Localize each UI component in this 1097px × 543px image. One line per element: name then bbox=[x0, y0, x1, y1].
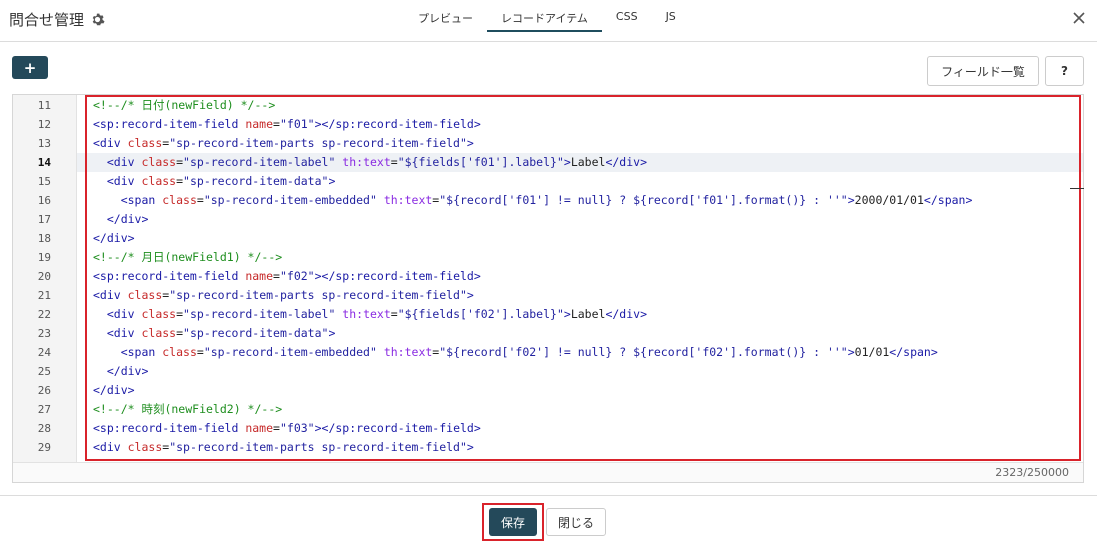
code-text: <span class="sp-record-item-embedded" th… bbox=[120, 193, 973, 207]
line-number: 11 bbox=[37, 99, 51, 112]
code-text: </div> bbox=[106, 364, 149, 378]
code-editor[interactable]: 11 <!--/* 日付(newField) */--> 12 <sp:record-… bbox=[12, 94, 1084, 483]
line-number: 22 bbox=[37, 308, 51, 321]
field-list-button[interactable]: フィールド一覧 bbox=[927, 56, 1039, 86]
code-line[interactable]: 15 <div class="sp-record-item-data"> bbox=[38, 172, 1083, 191]
code-line[interactable]: 16 <span class="sp-record-item-embedded"… bbox=[38, 191, 1083, 210]
code-line[interactable]: 28 <sp:record-item-field name="f03"></sp:… bbox=[38, 419, 1083, 438]
code-text: <div class="sp-record-item-data"> bbox=[106, 326, 336, 340]
line-number: 29 bbox=[37, 441, 51, 454]
line-number: 12 bbox=[37, 118, 51, 131]
line-number: 15 bbox=[37, 175, 51, 188]
line-number: 27 bbox=[37, 403, 51, 416]
line-number: 21 bbox=[37, 289, 51, 302]
code-text: <sp:record-item-field name="f03"></sp:re… bbox=[93, 421, 481, 435]
code-line[interactable]: 27 <!--/* 時刻(newField2) */--> bbox=[38, 400, 1083, 419]
code-line[interactable]: 17 </div> bbox=[38, 210, 1083, 229]
modal-header: 問合せ管理 プレビュー レコードアイテム CSS JS bbox=[0, 0, 1097, 42]
code-text: <sp:record-item-field name="f02"></sp:re… bbox=[93, 269, 481, 283]
code-text: <!--/* 時刻(newField2) */--> bbox=[93, 402, 283, 416]
modal-title: 問合せ管理 bbox=[9, 9, 105, 30]
tab-css[interactable]: CSS bbox=[602, 0, 652, 32]
code-line[interactable]: 26 </div> bbox=[38, 381, 1083, 400]
tab-record-item[interactable]: レコードアイテム bbox=[487, 0, 602, 32]
code-text: <div class="sp-record-item-parts sp-reco… bbox=[93, 440, 474, 454]
close-icon[interactable] bbox=[1071, 10, 1087, 26]
code-line[interactable]: 22 <div class="sp-record-item-label" th:… bbox=[38, 305, 1083, 324]
code-text: <!--/* 月日(newField1) */--> bbox=[93, 250, 283, 264]
code-line[interactable]: 25 </div> bbox=[38, 362, 1083, 381]
add-button[interactable]: + bbox=[12, 56, 48, 79]
line-number: 20 bbox=[37, 270, 51, 283]
line-number: 23 bbox=[37, 327, 51, 340]
line-number: 14 bbox=[37, 156, 51, 169]
code-line[interactable]: 29 <div class="sp-record-item-parts sp-re… bbox=[38, 438, 1083, 457]
code-text: </div> bbox=[93, 231, 135, 245]
gear-icon[interactable] bbox=[90, 12, 105, 27]
code-text: <sp:record-item-field name="f01"></sp:re… bbox=[93, 117, 481, 131]
code-text: <div class="sp-record-item-parts sp-reco… bbox=[93, 288, 474, 302]
code-text: <div class="sp-record-item-label" th:tex… bbox=[106, 307, 647, 321]
code-text: <div class="sp-record-item-parts sp-reco… bbox=[93, 136, 474, 150]
line-number: 24 bbox=[37, 346, 51, 359]
tab-bar: プレビュー レコードアイテム CSS JS bbox=[404, 0, 690, 42]
line-number: 28 bbox=[37, 422, 51, 435]
code-text: <!--/* 日付(newField) */--> bbox=[93, 98, 276, 112]
code-line[interactable]: 11 <!--/* 日付(newField) */--> bbox=[38, 96, 1083, 115]
code-text: </div> bbox=[106, 212, 149, 226]
line-number: 19 bbox=[37, 251, 51, 264]
code-area[interactable]: 11 <!--/* 日付(newField) */--> 12 <sp:record-… bbox=[38, 95, 1083, 462]
save-button[interactable]: 保存 bbox=[489, 508, 537, 536]
line-number: 17 bbox=[37, 213, 51, 226]
scroll-cursor-mark bbox=[1070, 188, 1084, 189]
code-line[interactable]: 23 <div class="sp-record-item-data"> bbox=[38, 324, 1083, 343]
code-line[interactable]: 19 <!--/* 月日(newField1) */--> bbox=[38, 248, 1083, 267]
code-line[interactable]: 21 <div class="sp-record-item-parts sp-re… bbox=[38, 286, 1083, 305]
code-line[interactable]: 20 <sp:record-item-field name="f02"></sp:… bbox=[38, 267, 1083, 286]
code-line[interactable]: 13 <div class="sp-record-item-parts sp-re… bbox=[38, 134, 1083, 153]
tab-js[interactable]: JS bbox=[652, 0, 690, 32]
code-line[interactable]: 14 <div class="sp-record-item-label" th:… bbox=[38, 153, 1083, 172]
tab-preview[interactable]: プレビュー bbox=[404, 0, 487, 32]
code-text: <span class="sp-record-item-embedded" th… bbox=[120, 345, 938, 359]
code-text: </div> bbox=[93, 383, 135, 397]
line-number: 26 bbox=[37, 384, 51, 397]
line-number: 16 bbox=[37, 194, 51, 207]
code-text: <div class="sp-record-item-label" th:tex… bbox=[106, 155, 647, 169]
code-line[interactable]: 18 </div> bbox=[38, 229, 1083, 248]
line-number: 18 bbox=[37, 232, 51, 245]
help-button[interactable]: ? bbox=[1045, 56, 1084, 86]
code-line[interactable]: 12 <sp:record-item-field name="f01"></sp:… bbox=[38, 115, 1083, 134]
line-number: 25 bbox=[37, 365, 51, 378]
char-counter: 2323/250000 bbox=[13, 462, 1083, 482]
line-number: 13 bbox=[37, 137, 51, 150]
close-button[interactable]: 閉じる bbox=[546, 508, 606, 536]
code-text: <div class="sp-record-item-data"> bbox=[106, 174, 336, 188]
code-line[interactable]: 24 <span class="sp-record-item-embedded"… bbox=[38, 343, 1083, 362]
title-text: 問合せ管理 bbox=[9, 11, 85, 29]
